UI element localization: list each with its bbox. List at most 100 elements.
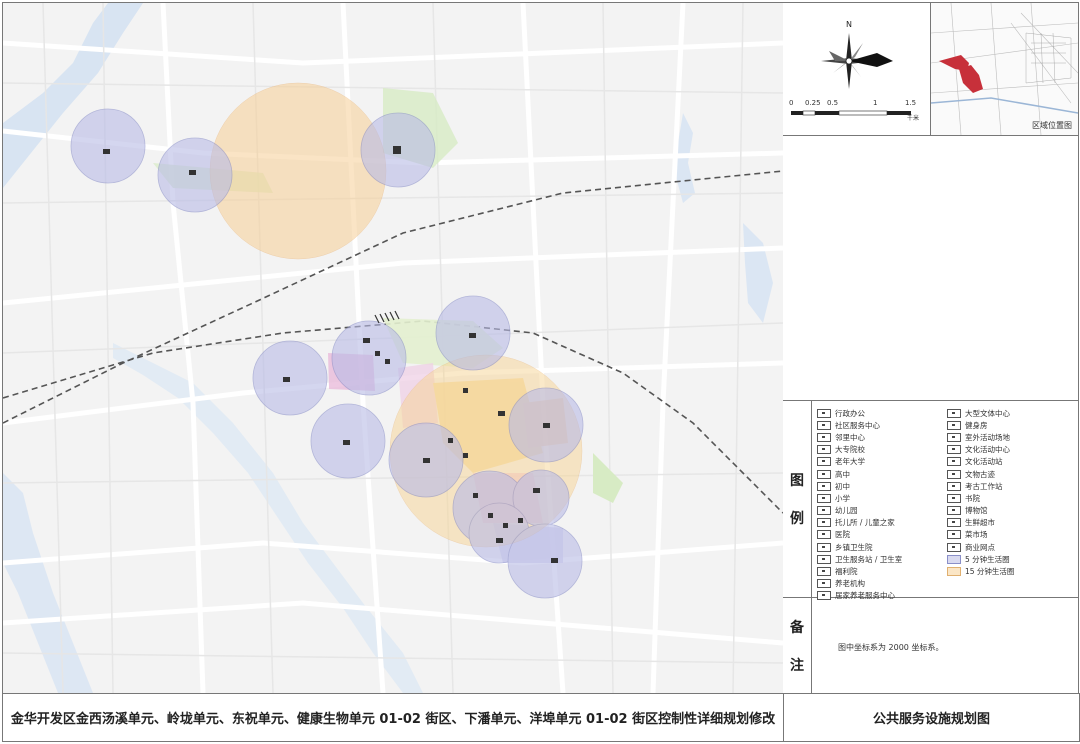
facility-marker: [393, 146, 401, 154]
legend-item-label: 博物馆: [965, 506, 988, 516]
legend-symbol-icon: [817, 420, 831, 430]
drawing-frame: N 0 0.25 0.5 1 1.5 千米 区域位置图 图 例 行政办公 社区服…: [0, 0, 1080, 744]
legend-symbol-icon: [817, 506, 831, 516]
legend-symbol-icon: [817, 554, 831, 564]
notes-box: 备 注 图中坐标系为 2000 坐标系。: [783, 598, 1078, 693]
legend-item-label: 商业网点: [965, 542, 995, 552]
legend-columns: 行政办公 社区服务中心 邻里中心 大专院校 老年大学 高中 初中 小学 幼儿园 托儿所 / 儿童之…: [817, 407, 1075, 602]
legend-ring-swatch: [947, 554, 961, 564]
legend-item: 福利院: [817, 565, 943, 577]
facility-marker: [551, 558, 558, 563]
legend-item-label: 5 分钟生活圈: [965, 554, 1010, 564]
legend-item-label: 社区服务中心: [835, 420, 880, 430]
facility-marker: [469, 333, 476, 338]
legend-symbol-icon: [817, 493, 831, 503]
notes-text: 图中坐标系为 2000 坐标系。: [838, 643, 944, 652]
facility-marker: [423, 458, 430, 463]
legend-item: 社区服务中心: [817, 419, 943, 431]
legend-symbol-icon: [947, 481, 961, 491]
notes-title-char: 注: [790, 657, 804, 674]
legend-item: 商业网点: [947, 541, 1073, 553]
legend-symbol-icon: [947, 408, 961, 418]
legend-column-right: 大型文体中心 健身房 室外活动场地 文化活动中心 文化活动站 文物古迹 考古工作站 书院 博物馆…: [947, 407, 1073, 602]
legend-item: 文物古迹: [947, 468, 1073, 480]
location-map-box: 区域位置图: [930, 2, 1079, 136]
legend-item: 养老机构: [817, 578, 943, 590]
legend-item: 书院: [947, 492, 1073, 504]
scale-tick: 1: [873, 99, 878, 107]
legend-symbol-icon: [947, 432, 961, 442]
facility-marker: [343, 440, 350, 445]
legend-box: 图 例 行政办公 社区服务中心 邻里中心 大专院校 老年大学 高中 初中 小学 幼儿园 托儿所 /…: [783, 401, 1078, 601]
legend-item: 15 分钟生活圈: [947, 565, 1073, 577]
facility-marker: [496, 538, 503, 543]
legend-symbol-icon: [817, 567, 831, 577]
legend-item-label: 高中: [835, 469, 850, 479]
blank-panel: [783, 136, 1078, 401]
facility-marker: [375, 351, 380, 356]
scale-tick: 0.5: [827, 99, 839, 107]
legend-item: 卫生服务站 / 卫生室: [817, 553, 943, 565]
legend-symbol-icon: [817, 481, 831, 491]
legend-item-label: 菜市场: [965, 530, 988, 540]
facility-marker: [533, 488, 540, 493]
legend-item-label: 大型文体中心: [965, 408, 1010, 418]
legend-item-label: 文化活动中心: [965, 445, 1010, 455]
facility-marker: [283, 377, 290, 382]
title-bar: 金华开发区金西汤溪单元、岭垅单元、东祝单元、健康生物单元 01-02 街区、下潘…: [2, 693, 1080, 742]
notes-title-char: 备: [790, 619, 804, 636]
legend-item-label: 健身房: [965, 420, 988, 430]
map-canvas: [3, 3, 783, 693]
legend-item-label: 书院: [965, 493, 980, 503]
legend-item-label: 养老机构: [835, 579, 865, 589]
legend-symbol-icon: [947, 542, 961, 552]
legend-item: 初中: [817, 480, 943, 492]
legend-item: 行政办公: [817, 407, 943, 419]
map-panel[interactable]: [2, 2, 784, 694]
legend-symbol-icon: [947, 493, 961, 503]
legend-item: 高中: [817, 468, 943, 480]
facility-marker: [503, 523, 508, 528]
legend-item: 生鲜超市: [947, 517, 1073, 529]
legend-item-label: 托儿所 / 儿童之家: [835, 518, 895, 528]
legend-item: 室外活动场地: [947, 431, 1073, 443]
legend-title-char: 图: [790, 473, 804, 489]
legend-item-label: 初中: [835, 481, 850, 491]
legend-symbol-icon: [817, 469, 831, 479]
legend-item: 托儿所 / 儿童之家: [817, 517, 943, 529]
legend-item-label: 文化活动站: [965, 457, 1003, 467]
legend-item-label: 小学: [835, 493, 850, 503]
facility-marker: [463, 453, 468, 458]
facility-marker: [518, 518, 523, 523]
river-line: [930, 97, 1079, 114]
facility-marker: [448, 438, 453, 443]
legend-item-label: 卫生服务站 / 卫生室: [835, 554, 903, 564]
legend-symbol-icon: [947, 530, 961, 540]
legend-symbol-icon: [947, 506, 961, 516]
legend-symbol-icon: [817, 542, 831, 552]
facility-marker: [103, 149, 110, 154]
ring5-5: [331, 320, 407, 396]
legend-item: 文化活动中心: [947, 444, 1073, 456]
legend-symbol-icon: [817, 530, 831, 540]
legend-title: 图 例: [783, 401, 812, 597]
facility-marker: [189, 170, 196, 175]
project-title: 金华开发区金西汤溪单元、岭垅单元、东祝单元、健康生物单元 01-02 街区、下潘…: [3, 693, 784, 741]
legend-item-label: 福利院: [835, 567, 858, 577]
north-label: N: [846, 20, 852, 29]
legend-item-label: 室外活动场地: [965, 432, 1010, 442]
legend-item-label: 文物古迹: [965, 469, 995, 479]
legend-ring-swatch: [947, 567, 961, 577]
legend-symbol-icon: [947, 457, 961, 467]
legend-item: 5 分钟生活圈: [947, 553, 1073, 565]
north-arrow-box: N 0 0.25 0.5 1 1.5 千米: [783, 3, 931, 136]
ring5-1: [70, 108, 146, 184]
scale-tick: 0: [789, 99, 794, 107]
location-map-label: 区域位置图: [1032, 121, 1072, 130]
legend-column-left: 行政办公 社区服务中心 邻里中心 大专院校 老年大学 高中 初中 小学 幼儿园 托儿所 / 儿童之…: [817, 407, 943, 602]
legend-item-label: 邻里中心: [835, 432, 865, 442]
legend-item: 文化活动站: [947, 456, 1073, 468]
ring15-north: [209, 82, 387, 260]
location-highlight-east: [959, 65, 983, 93]
side-panel: N 0 0.25 0.5 1 1.5 千米 区域位置图 图 例 行政办公 社区服…: [783, 2, 1079, 694]
